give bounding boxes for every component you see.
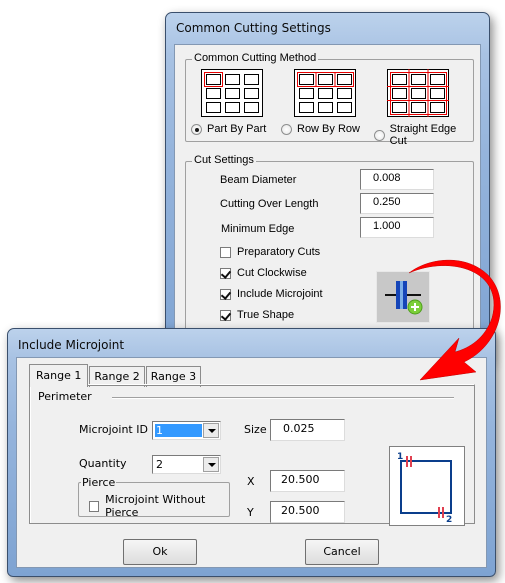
tab-range-1[interactable]: Range 1 xyxy=(29,364,89,387)
red-arrow-annotation xyxy=(408,259,501,381)
